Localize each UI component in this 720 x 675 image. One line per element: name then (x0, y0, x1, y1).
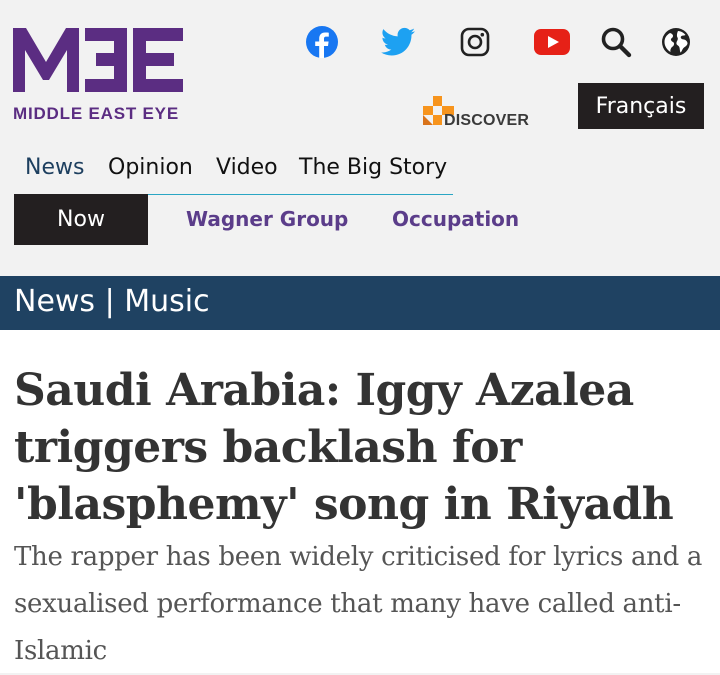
nav-item-video[interactable]: Video (216, 155, 278, 180)
breadcrumb-separator: | (104, 284, 115, 319)
main-nav: News Opinion Video The Big Story (14, 150, 453, 195)
language-button[interactable]: Français (578, 83, 704, 129)
search-icon[interactable] (596, 22, 636, 62)
subnav-link-wagner-group[interactable]: Wagner Group (186, 207, 348, 231)
facebook-icon[interactable] (302, 22, 342, 62)
now-button[interactable]: Now (14, 194, 148, 245)
site-name: MIDDLE EAST EYE (13, 104, 179, 123)
mee-logo-mark (13, 28, 183, 92)
site-header: MIDDLE EAST EYE DISCOVER Français News O… (0, 0, 720, 276)
instagram-icon[interactable] (455, 22, 495, 62)
article-standfirst: The rapper has been widely criticised fo… (14, 542, 703, 666)
youtube-icon[interactable] (532, 22, 572, 62)
social-icons (300, 22, 700, 62)
breadcrumb-topic[interactable]: Music (124, 284, 209, 319)
subnav-link-occupation[interactable]: Occupation (392, 207, 519, 231)
nav-item-opinion[interactable]: Opinion (108, 155, 193, 180)
article-headline: Saudi Arabia: Iggy Azalea triggers backl… (14, 365, 674, 530)
twitter-icon[interactable] (378, 22, 418, 62)
section-breadcrumb: News | Music (0, 276, 720, 330)
article-header: Saudi Arabia: Iggy Azalea triggers backl… (0, 330, 720, 673)
nav-item-news[interactable]: News (25, 155, 84, 180)
discover-link[interactable]: DISCOVER (420, 96, 545, 136)
nav-item-big-story[interactable]: The Big Story (299, 155, 447, 180)
discover-label: DISCOVER (444, 112, 530, 129)
breadcrumb-category[interactable]: News (14, 284, 95, 319)
globe-icon[interactable] (656, 22, 696, 62)
